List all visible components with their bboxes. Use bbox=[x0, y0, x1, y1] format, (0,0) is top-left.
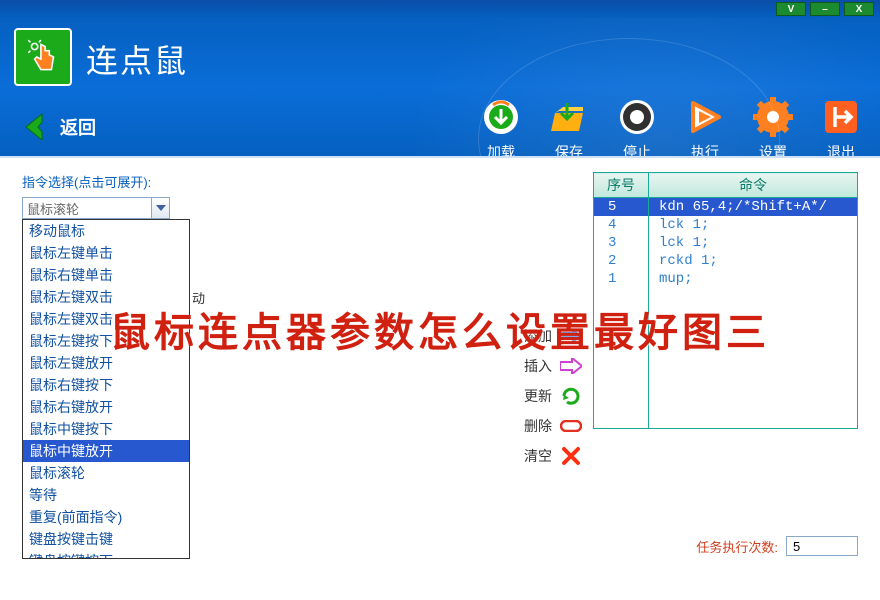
dropdown-option[interactable]: 键盘按键击键 bbox=[23, 528, 189, 550]
arrow-right-outline-icon bbox=[560, 356, 582, 376]
dropdown-option[interactable]: 重复(前面指令) bbox=[23, 506, 189, 528]
exit-button[interactable]: 退出 bbox=[820, 96, 862, 156]
save-button[interactable]: 保存 bbox=[548, 96, 590, 156]
update-button[interactable]: 更新 bbox=[524, 386, 582, 406]
table-row[interactable]: 3lck 1; bbox=[594, 234, 858, 252]
dropdown-option[interactable]: 鼠标左键按下 bbox=[23, 330, 189, 352]
dropdown-option[interactable]: 移动鼠标 bbox=[23, 220, 189, 242]
dropdown-option[interactable]: 鼠标左键放开 bbox=[23, 352, 189, 374]
header: 连点鼠 返回 加载 保存 停止 执 bbox=[0, 18, 880, 156]
dropdown-option[interactable]: 鼠标右键放开 bbox=[23, 396, 189, 418]
exit-icon bbox=[820, 96, 862, 138]
delete-icon bbox=[560, 416, 582, 436]
table-row[interactable]: 4lck 1; bbox=[594, 216, 858, 234]
dropdown-option[interactable]: 鼠标右键按下 bbox=[23, 374, 189, 396]
dropdown-option[interactable]: 鼠标滚轮 bbox=[23, 462, 189, 484]
clear-button[interactable]: 清空 bbox=[524, 446, 582, 466]
stop-icon bbox=[616, 96, 658, 138]
dropdown-option[interactable]: 鼠标左键单击 bbox=[23, 242, 189, 264]
save-icon bbox=[548, 96, 590, 138]
col-cmd[interactable]: 命令 bbox=[649, 173, 858, 198]
command-panel: 序号 命令 5kdn 65,4;/*Shift+A*/4lck 1;3lck 1… bbox=[593, 172, 858, 429]
arrow-right-icon bbox=[560, 326, 582, 346]
instruction-dropdown-list[interactable]: 移动鼠标鼠标左键单击鼠标右键单击鼠标左键双击鼠标左键双击鼠标左键按下鼠标左键放开… bbox=[22, 219, 190, 559]
back-arrow-icon bbox=[18, 110, 52, 144]
exec-count-input[interactable] bbox=[786, 536, 858, 556]
add-button[interactable]: 添加 bbox=[524, 326, 582, 346]
delete-button[interactable]: 删除 bbox=[524, 416, 582, 436]
app-logo bbox=[14, 28, 72, 86]
version-button[interactable]: V bbox=[776, 2, 806, 16]
col-seq[interactable]: 序号 bbox=[594, 173, 649, 198]
hand-click-icon bbox=[22, 36, 64, 78]
run-button[interactable]: 执行 bbox=[684, 96, 726, 156]
stop-button[interactable]: 停止 bbox=[616, 96, 658, 156]
dropdown-option[interactable]: 鼠标右键单击 bbox=[23, 264, 189, 286]
run-icon bbox=[684, 96, 726, 138]
minimize-button[interactable]: – bbox=[810, 2, 840, 16]
clear-icon bbox=[560, 446, 582, 466]
activity-fragment: 动 bbox=[192, 288, 205, 307]
refresh-icon bbox=[560, 386, 582, 406]
app-title: 连点鼠 bbox=[86, 36, 188, 82]
table-row[interactable]: 5kdn 65,4;/*Shift+A*/ bbox=[594, 198, 858, 217]
dropdown-option[interactable]: 鼠标左键双击 bbox=[23, 286, 189, 308]
close-button[interactable]: X bbox=[844, 2, 874, 16]
action-buttons: 添加 插入 更新 删除 清空 bbox=[524, 326, 582, 466]
settings-button[interactable]: 设置 bbox=[752, 96, 794, 156]
dropdown-option[interactable]: 鼠标中键按下 bbox=[23, 418, 189, 440]
back-button[interactable]: 返回 bbox=[18, 110, 96, 144]
dropdown-option[interactable]: 等待 bbox=[23, 484, 189, 506]
gear-icon bbox=[752, 96, 794, 138]
load-button[interactable]: 加载 bbox=[480, 96, 522, 156]
toolbar: 加载 保存 停止 执行 设置 bbox=[480, 96, 862, 156]
dropdown-option[interactable]: 鼠标左键双击 bbox=[23, 308, 189, 330]
exec-count: 任务执行次数: bbox=[696, 536, 858, 556]
exec-count-label: 任务执行次数: bbox=[696, 537, 778, 556]
load-icon bbox=[480, 96, 522, 138]
content: 指令选择(点击可展开): 鼠标滚轮 移动鼠标鼠标左键单击鼠标右键单击鼠标左键双击… bbox=[0, 156, 880, 600]
chevron-down-icon bbox=[151, 198, 169, 218]
back-label: 返回 bbox=[60, 114, 96, 140]
instruction-select[interactable]: 鼠标滚轮 bbox=[22, 197, 170, 219]
insert-button[interactable]: 插入 bbox=[524, 356, 582, 376]
table-row[interactable]: 1mup; bbox=[594, 270, 858, 288]
dropdown-option[interactable]: 键盘按键按下 bbox=[23, 550, 189, 559]
command-table: 序号 命令 5kdn 65,4;/*Shift+A*/4lck 1;3lck 1… bbox=[593, 172, 858, 429]
titlebar: V – X bbox=[0, 0, 880, 18]
table-row[interactable]: 2rckd 1; bbox=[594, 252, 858, 270]
dropdown-option[interactable]: 鼠标中键放开 bbox=[23, 440, 189, 462]
